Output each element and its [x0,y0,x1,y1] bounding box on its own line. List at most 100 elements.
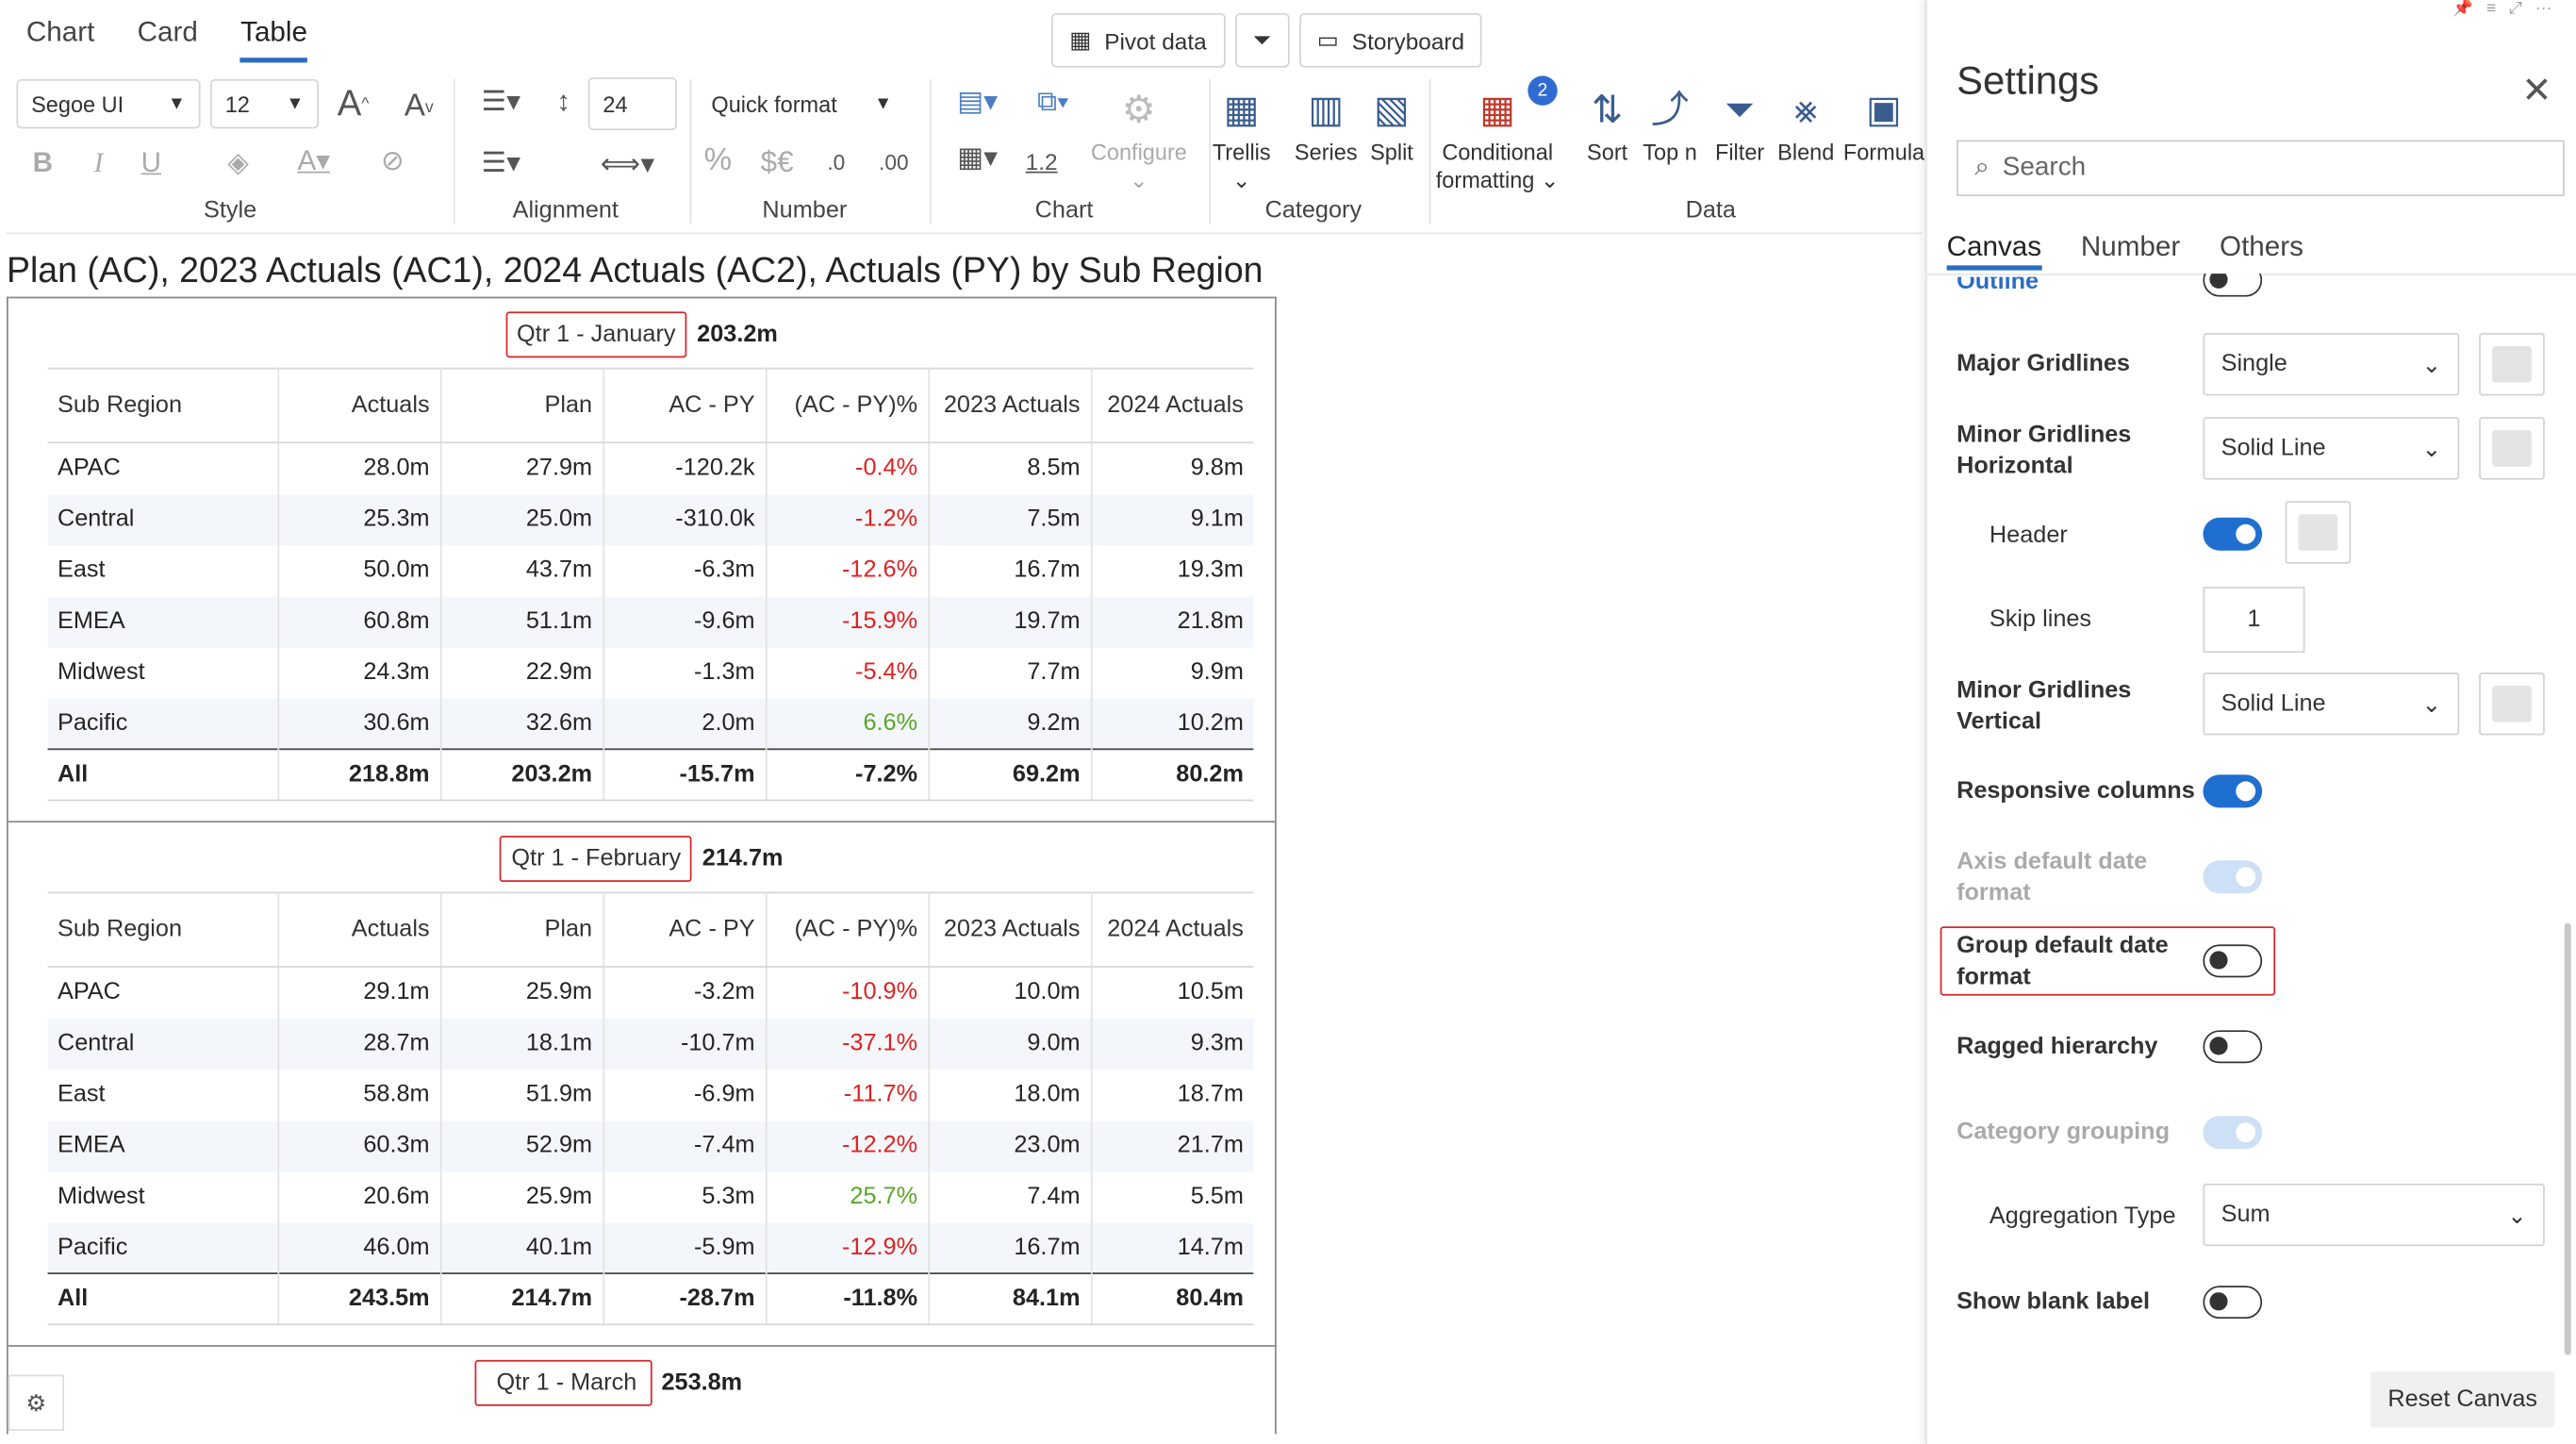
header-color-swatch[interactable] [2285,501,2352,564]
fill-color-icon[interactable]: ◈ [220,141,256,184]
trellis-button[interactable]: ▦ Trellis ⌄ [1213,79,1271,194]
column-header[interactable]: 2023 Actuals [928,367,1092,444]
table-cell: 5.5m [1190,1183,1244,1210]
tab-others[interactable]: Others [2220,231,2304,271]
column-header[interactable]: (AC - PY)% [765,367,930,444]
total-row[interactable]: All 218.8m 203.2m -15.7m -7.2% 69.2m 80.2m [47,748,1254,802]
group-default-date-toggle[interactable] [2203,944,2263,978]
major-gridlines-color-swatch[interactable] [2479,333,2545,396]
top-n-button[interactable]: ⤴ Top n [1643,79,1697,167]
sort-button[interactable]: ⇅ Sort [1587,79,1627,167]
column-width-icon[interactable]: ⟺▾ [591,141,664,188]
tab-chart[interactable]: Chart [26,16,94,62]
table-row[interactable]: APAC 29.1m 25.9m -3.2m -10.9% 10.0m 10.5m [47,967,1254,1019]
minor-gridlines-horizontal-dropdown[interactable]: Solid Line ⌄ [2203,417,2460,480]
table-row[interactable]: Central 28.7m 18.1m -10.7m -37.1% 9.0m 9.3m [47,1018,1254,1070]
responsive-columns-toggle[interactable] [2203,774,2263,808]
panel-label[interactable]: Qtr 1 - March [474,1359,652,1406]
table-layout-icon[interactable]: ▦▾ [943,135,1012,181]
chart-scale-icon[interactable]: 1.2 [1018,139,1065,185]
table-row[interactable]: Pacific 46.0m 40.1m -5.9m -12.9% 16.7m 14.7m [47,1221,1254,1274]
currency-icon[interactable]: $€ [752,139,801,185]
filter-settings-button[interactable]: ⏷ [1234,12,1290,68]
series-button[interactable]: ▥ Series [1295,79,1358,167]
pivot-data-button[interactable]: ▦ Pivot data [1051,12,1225,68]
reset-canvas-button[interactable]: Reset Canvas [2370,1371,2555,1428]
decrease-font-icon[interactable]: Av [398,82,440,131]
stacked-layout-icon[interactable]: ⧉▾ [1018,79,1087,125]
table-row[interactable]: Pacific 30.6m 32.6m 2.0m 6.6% 9.2m 10.2m [47,698,1254,750]
bar-layout-icon[interactable]: ▤▾ [943,79,1012,125]
column-header[interactable]: 2023 Actuals [928,891,1092,968]
increase-font-icon[interactable]: A ^ [332,79,374,128]
panel-header: Qtr 1 - February 214.7m [8,836,1275,883]
table-cell: -12.6% [765,544,930,596]
formula-button[interactable]: ▣ Formula [1843,79,1924,167]
major-gridlines-dropdown[interactable]: Single ⌄ [2203,333,2460,396]
italic-icon[interactable]: I [82,141,115,184]
column-header[interactable]: Actuals [277,367,441,444]
panel-total: 203.2m [697,321,778,348]
column-header[interactable]: Actuals [277,891,441,968]
header-toggle[interactable] [2203,517,2263,551]
column-header[interactable]: AC - PY [603,891,767,968]
show-blank-label-toggle[interactable] [2203,1286,2263,1320]
tab-number[interactable]: Number [2081,231,2180,271]
tab-canvas[interactable]: Canvas [1946,231,2042,271]
font-size-dropdown[interactable]: 12 ▼ [210,78,320,129]
blend-label: Blend [1777,140,1835,165]
column-header[interactable]: 2024 Actuals [1090,891,1254,968]
quick-format-dropdown[interactable]: Quick format ▼ [696,77,907,131]
table-row[interactable]: East 58.8m 51.9m -6.9m -11.7% 18.0m 18.7m [47,1069,1254,1120]
column-header[interactable]: (AC - PY)% [765,891,930,968]
table-row[interactable]: EMEA 60.8m 51.1m -9.6m -15.9% 19.7m 21.8m [47,595,1254,647]
minor-horizontal-color-swatch[interactable] [2479,417,2545,480]
minor-gridlines-vertical-dropdown[interactable]: Solid Line ⌄ [2203,672,2460,736]
clear-format-icon[interactable]: ⊘ [372,139,414,185]
aggregation-type-dropdown[interactable]: Sum ⌄ [2203,1183,2545,1247]
font-color-icon[interactable]: A▾ [289,139,339,185]
column-header[interactable]: Sub Region [47,367,279,444]
column-header[interactable]: Plan [439,891,604,968]
decrease-decimal-icon[interactable]: .0 [815,139,857,185]
horizontal-align-icon[interactable]: ☰▾ [467,79,536,125]
split-button[interactable]: ▧ Split [1370,79,1413,167]
underline-icon[interactable]: U [135,141,168,184]
column-header[interactable]: 2024 Actuals [1090,367,1254,444]
row-height-input[interactable]: 24 [587,77,677,131]
column-header[interactable]: AC - PY [603,367,767,444]
table-row[interactable]: Midwest 24.3m 22.9m -1.3m -5.4% 7.7m 9.9m [47,646,1254,699]
increase-decimal-icon[interactable]: .00 [870,139,916,185]
panel-label[interactable]: Qtr 1 - February [500,836,693,883]
table-row[interactable]: East 50.0m 43.7m -6.3m -12.6% 16.7m 19.3m [47,544,1254,596]
table-cell: 25.7% [765,1170,930,1222]
panel-label[interactable]: Qtr 1 - January [504,311,687,358]
tab-table[interactable]: Table [240,16,307,63]
window-controls-icon[interactable]: 📌≡⤢⋯ [2452,0,2565,18]
visual-options-icon[interactable]: ⚙ [8,1374,64,1432]
ragged-hierarchy-toggle[interactable] [2203,1030,2263,1064]
vertical-align-icon[interactable]: ☰▾ [467,141,536,184]
blend-button[interactable]: ⨳ Blend [1777,79,1834,167]
storyboard-button[interactable]: ▭ Storyboard [1298,12,1483,68]
minor-horizontal-line2: Horizontal [1957,453,2073,480]
configure-button[interactable]: ⚙ Configure ⌄ [1091,79,1187,194]
bold-icon[interactable]: B [26,141,59,184]
settings-scrollbar[interactable] [2564,922,2571,1355]
table-row[interactable]: EMEA 60.3m 52.9m -7.4m -12.2% 23.0m 21.7m [47,1120,1254,1171]
table-row[interactable]: Central 25.3m 25.0m -310.0k -1.2% 7.5m 9.1m [47,493,1254,545]
percent-icon[interactable]: % [700,139,735,185]
skip-lines-input[interactable]: 1 [2203,587,2305,654]
filter-button[interactable]: ⏷ Filter [1715,79,1764,167]
table-row[interactable]: APAC 28.0m 27.9m -120.2k -0.4% 8.5m 9.8m [47,442,1254,494]
minor-vertical-color-swatch[interactable] [2479,672,2545,736]
total-row[interactable]: All 243.5m 214.7m -28.7m -11.8% 84.1m 80.4m [47,1272,1254,1326]
column-header[interactable]: Plan [439,367,604,444]
table-row[interactable]: Midwest 20.6m 25.9m 5.3m 25.7% 7.4m 5.5m [47,1170,1254,1222]
close-icon[interactable]: ✕ [2521,69,2551,111]
settings-search-input[interactable]: ⌕ Search [1957,140,2565,196]
table-cell: -10.9% [765,967,930,1019]
column-header[interactable]: Sub Region [47,891,279,968]
tab-card[interactable]: Card [138,16,198,62]
font-family-dropdown[interactable]: Segoe UI ▼ [16,78,201,129]
